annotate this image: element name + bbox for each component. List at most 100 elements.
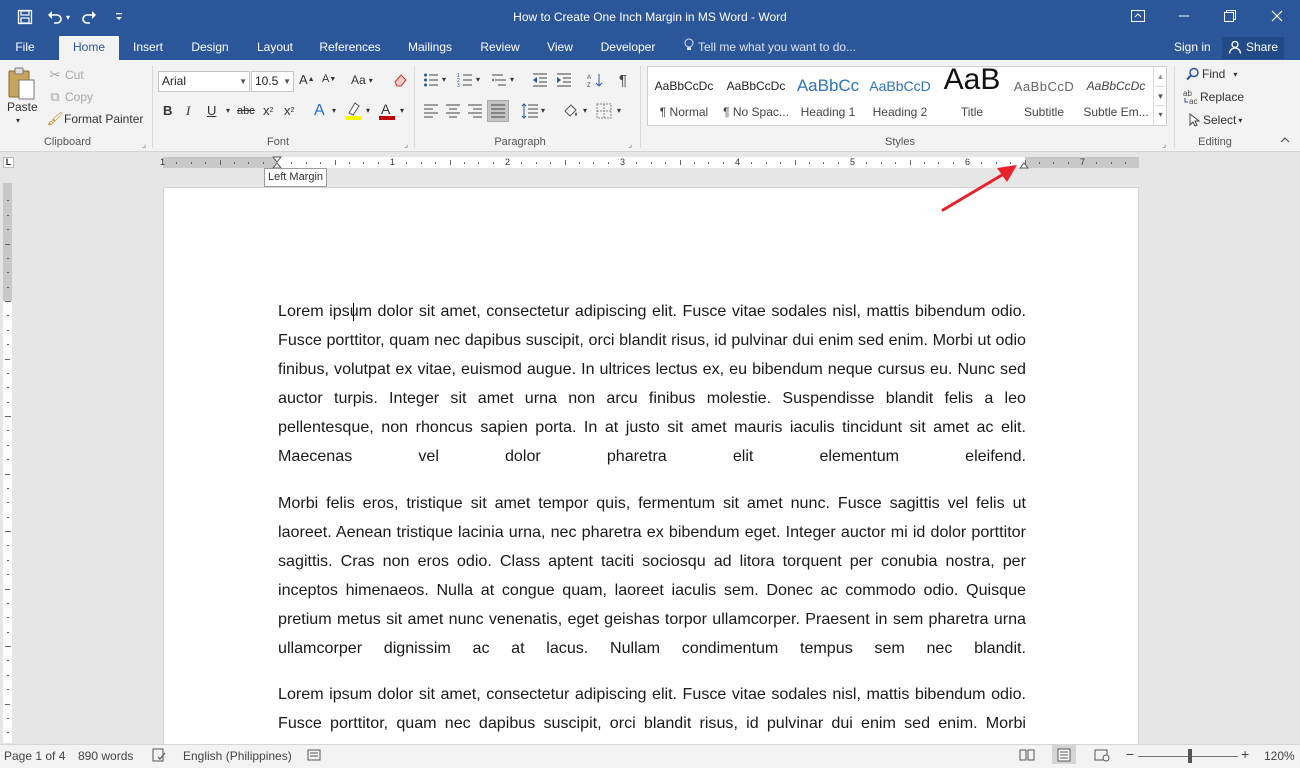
document-paragraph[interactable]: Morbi felis eros, tristique sit amet tem… (278, 489, 1026, 692)
align-left-icon[interactable] (423, 104, 439, 118)
paste-icon[interactable] (6, 66, 38, 102)
tab-file[interactable]: File (8, 36, 42, 60)
font-name-combo[interactable]: Arial ▼ (158, 71, 250, 92)
chevron-down-icon[interactable]: ▾ (583, 106, 587, 115)
replace-button[interactable]: ab ac Replace (1182, 88, 1244, 106)
style-title[interactable]: AaB Title (936, 67, 1008, 125)
word-count[interactable]: 890 words (78, 749, 133, 763)
borders-icon[interactable] (596, 103, 612, 119)
collapse-ribbon-icon[interactable] (1280, 137, 1290, 143)
tab-view[interactable]: View (540, 36, 580, 60)
macro-recording-icon[interactable] (307, 748, 321, 765)
paste-dropdown-icon[interactable]: ▾ (16, 116, 20, 125)
zoom-in-icon[interactable]: + (1241, 746, 1249, 762)
paste-button[interactable]: Paste (7, 100, 38, 114)
justify-icon[interactable] (487, 100, 509, 122)
ribbon-display-options-icon[interactable] (1115, 0, 1161, 32)
chevron-down-icon[interactable]: ▾ (332, 106, 336, 115)
decrease-indent-icon[interactable] (532, 72, 548, 88)
document-page[interactable]: Lorem ipsum dolor sit amet, consectetur … (163, 187, 1139, 747)
font-launcher-icon[interactable]: ⌟ (404, 139, 408, 150)
superscript-button[interactable]: x2 (284, 103, 294, 118)
document-paragraph[interactable]: Lorem ipsum dolor sit amet, consectetur … (278, 297, 1026, 500)
tab-selector[interactable]: L (3, 157, 14, 168)
clear-formatting-icon[interactable] (393, 72, 409, 88)
chevron-down-icon: ▼ (283, 77, 291, 86)
copy-button[interactable]: ⧉ Copy (46, 88, 93, 106)
chevron-down-icon[interactable]: ▾ (226, 106, 230, 115)
language[interactable]: English (Philippines) (183, 749, 292, 763)
web-layout-icon[interactable] (1094, 748, 1110, 765)
style-normal[interactable]: AaBbCcDc ¶ Normal (648, 67, 720, 125)
zoom-out-icon[interactable]: − (1126, 746, 1134, 762)
more-styles-icon[interactable]: ▾ (1154, 105, 1167, 124)
grow-font-icon[interactable]: A ▲ (299, 72, 315, 87)
paragraph-launcher-icon[interactable]: ⌟ (628, 139, 632, 150)
chevron-down-icon[interactable]: ▾ (510, 75, 514, 84)
sign-in-link[interactable]: Sign in (1174, 36, 1211, 58)
tab-review[interactable]: Review (474, 36, 526, 60)
scroll-down-icon[interactable]: ▼ (1154, 86, 1167, 105)
style-subtitle[interactable]: AaBbCcD Subtitle (1008, 67, 1080, 125)
italic-button[interactable]: I (186, 103, 190, 119)
chevron-down-icon[interactable]: ▾ (541, 106, 545, 115)
close-icon[interactable] (1254, 0, 1300, 32)
restore-icon[interactable] (1207, 0, 1253, 32)
format-painter-button[interactable]: 🖌 Format Painter (46, 110, 144, 128)
text-effects-icon[interactable]: A (314, 102, 325, 120)
select-button[interactable]: Select ▾ (1185, 111, 1242, 129)
underline-button[interactable]: U (207, 103, 216, 118)
strikethrough-button[interactable]: abc (237, 105, 255, 117)
tab-design[interactable]: Design (184, 36, 236, 60)
cut-button[interactable]: ✂ Cut (46, 66, 84, 84)
style-no-spacing[interactable]: AaBbCcDc ¶ No Spac... (720, 67, 792, 125)
tab-references[interactable]: References (314, 36, 386, 60)
align-center-icon[interactable] (445, 104, 461, 118)
numbering-icon[interactable]: 123 (457, 72, 473, 88)
proofing-icon[interactable] (152, 748, 166, 765)
highlight-icon[interactable] (345, 101, 363, 121)
align-right-icon[interactable] (467, 104, 483, 118)
tell-me-box[interactable]: Tell me what you want to do... (684, 36, 856, 60)
minimize-icon[interactable] (1161, 0, 1207, 32)
chevron-down-icon[interactable]: ▾ (366, 106, 370, 115)
tab-layout[interactable]: Layout (249, 36, 301, 60)
style-subtle-emphasis[interactable]: AaBbCcDc Subtle Em... (1080, 67, 1152, 125)
chevron-down-icon[interactable]: ▾ (442, 75, 446, 84)
zoom-level[interactable]: 120% (1264, 749, 1295, 763)
multilevel-list-icon[interactable] (491, 72, 507, 88)
sort-icon[interactable]: AZ (587, 72, 603, 88)
find-button[interactable]: Find ▾ (1184, 65, 1237, 83)
pilcrow-icon[interactable]: ¶ (619, 72, 627, 89)
tab-developer[interactable]: Developer (594, 36, 662, 60)
bold-button[interactable]: B (163, 103, 172, 118)
chevron-down-icon[interactable]: ▾ (476, 75, 480, 84)
font-color-icon[interactable]: A (378, 101, 396, 121)
font-size-combo[interactable]: 10.5 ▼ (251, 71, 294, 92)
zoom-slider-thumb[interactable] (1188, 749, 1193, 763)
style-heading-2[interactable]: AaBbCcD Heading 2 (864, 67, 936, 125)
increase-indent-icon[interactable] (556, 72, 572, 88)
print-layout-icon[interactable] (1052, 745, 1076, 764)
styles-launcher-icon[interactable]: ⌟ (1162, 139, 1166, 150)
scroll-up-icon[interactable]: ▲ (1154, 67, 1167, 86)
vertical-ruler[interactable] (3, 183, 12, 743)
change-case-button[interactable]: Aa ▾ (351, 73, 373, 87)
read-mode-icon[interactable] (1019, 748, 1035, 765)
style-heading-1[interactable]: AaBbCc Heading 1 (792, 67, 864, 125)
share-button[interactable]: Share (1222, 37, 1284, 59)
chevron-down-icon[interactable]: ▾ (617, 106, 621, 115)
chevron-down-icon[interactable]: ▾ (400, 106, 404, 115)
tab-home[interactable]: Home (59, 36, 119, 60)
bullets-icon[interactable] (423, 72, 439, 88)
page-count[interactable]: Page 1 of 4 (4, 749, 65, 763)
tab-insert[interactable]: Insert (126, 36, 170, 60)
line-spacing-icon[interactable] (521, 103, 539, 119)
shading-icon[interactable] (562, 102, 580, 120)
cut-label: Cut (65, 68, 84, 82)
tab-mailings[interactable]: Mailings (400, 36, 460, 60)
subscript-button[interactable]: x2 (263, 103, 273, 118)
font-size-value: 10.5 (255, 74, 279, 88)
shrink-font-icon[interactable]: A ▼ (322, 73, 336, 85)
clipboard-launcher-icon[interactable]: ⌟ (142, 139, 146, 150)
